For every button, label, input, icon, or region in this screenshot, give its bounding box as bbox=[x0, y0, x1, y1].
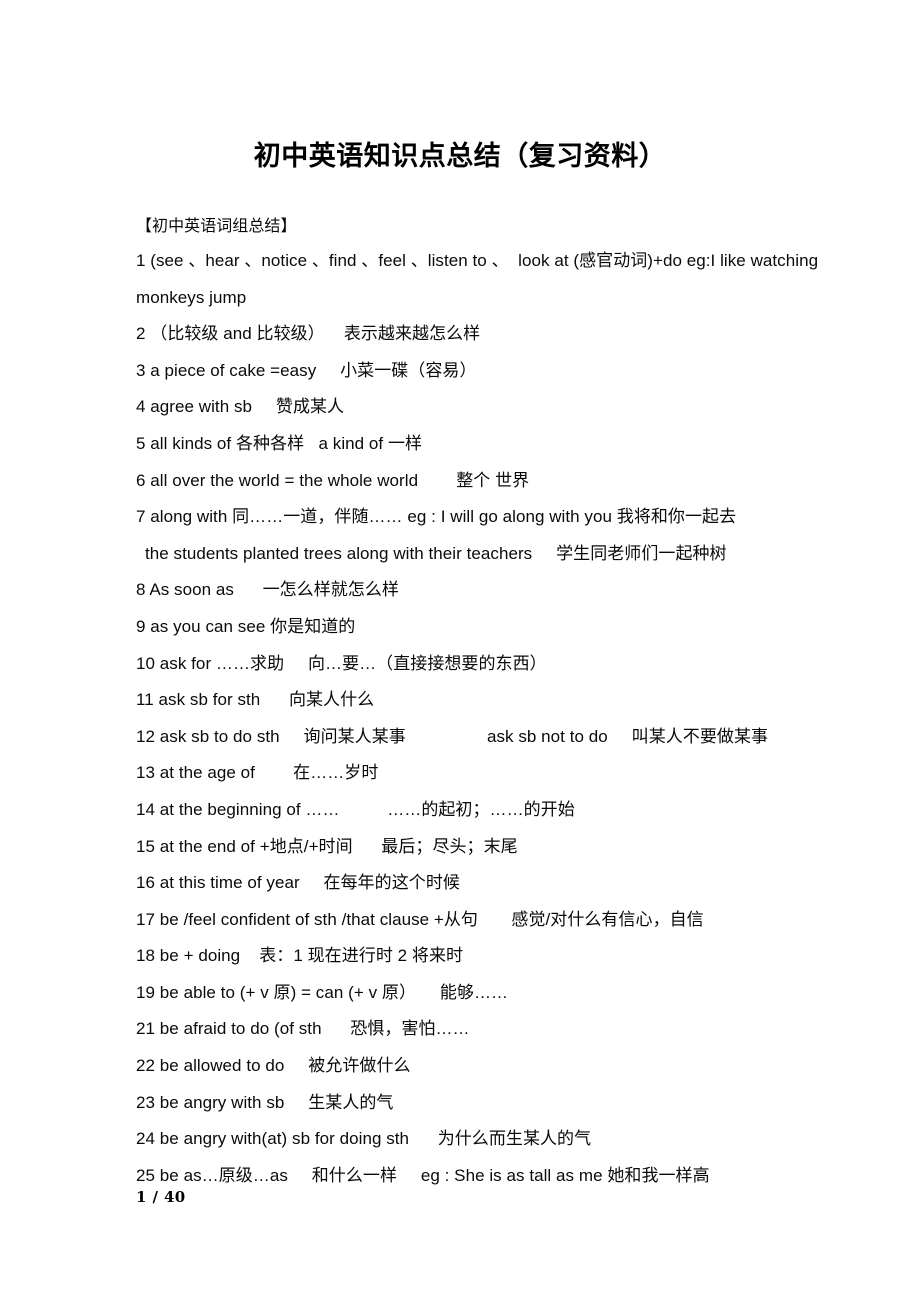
list-item: 23 be angry with sb 生某人的气 bbox=[136, 1092, 394, 1112]
list-item: 13 at the age of 在……岁时 bbox=[136, 763, 379, 783]
list-item: 22 be allowed to do 被允许做什么 bbox=[136, 1056, 411, 1076]
document-body: 【初中英语词组总结】 1 (see 、hear 、notice 、find 、f… bbox=[136, 209, 836, 1194]
list-item: 8 As soon as 一怎么样就怎么样 bbox=[136, 580, 399, 600]
list-item: 3 a piece of cake =easy 小菜一碟（容易） bbox=[136, 360, 477, 380]
list-item: 9 as you can see 你是知道的 bbox=[136, 616, 356, 636]
list-item: 17 be /feel confident of sth /that claus… bbox=[136, 909, 704, 929]
list-item: 14 at the beginning of …… ……的起初；……的开始 bbox=[136, 799, 575, 819]
list-item: 24 be angry with(at) sb for doing sth 为什… bbox=[136, 1129, 592, 1149]
list-item: 11 ask sb for sth 向某人什么 bbox=[136, 690, 375, 710]
list-item: 10 ask for ……求助 向…要…（直接接想要的东西） bbox=[136, 653, 547, 673]
list-item: 25 be as…原级…as 和什么一样 eg : She is as tall… bbox=[136, 1165, 710, 1185]
page-number-footer: 1 / 40 bbox=[136, 1188, 186, 1206]
list-item: 21 be afraid to do (of sth 恐惧，害怕…… bbox=[136, 1019, 470, 1039]
page-title: 初中英语知识点总结（复习资料） bbox=[253, 141, 667, 173]
list-item: monkeys jump bbox=[136, 287, 247, 307]
list-item: 19 be able to (+ v 原) = can (+ v 原） 能够…… bbox=[136, 982, 509, 1002]
list-item: 7 along with 同……一道，伴随…… eg : I will go a… bbox=[136, 507, 737, 527]
list-item: 15 at the end of +地点/+时间 最后；尽头；末尾 bbox=[136, 836, 518, 856]
list-item: 18 be + doing 表：1 现在进行时 2 将来时 bbox=[136, 946, 464, 966]
section-heading: 【初中英语词组总结】 bbox=[136, 216, 297, 235]
document-page: 初中英语知识点总结（复习资料） 【初中英语词组总结】 1 (see 、hear … bbox=[0, 0, 920, 1302]
list-item: 2 （比较级 and 比较级） 表示越来越怎么样 bbox=[136, 324, 481, 344]
list-item: 12 ask sb to do sth 询问某人某事 ask sb not to… bbox=[136, 726, 769, 746]
list-item: 5 all kinds of 各种各样 a kind of 一样 bbox=[136, 433, 423, 453]
list-item: 6 all over the world = the whole world 整… bbox=[136, 470, 530, 490]
list-item: 16 at this time of year 在每年的这个时候 bbox=[136, 873, 460, 893]
list-item: 4 agree with sb 赞成某人 bbox=[136, 397, 345, 417]
list-item: 1 (see 、hear 、notice 、find 、feel 、listen… bbox=[136, 251, 819, 270]
list-item: the students planted trees along with th… bbox=[145, 543, 727, 563]
